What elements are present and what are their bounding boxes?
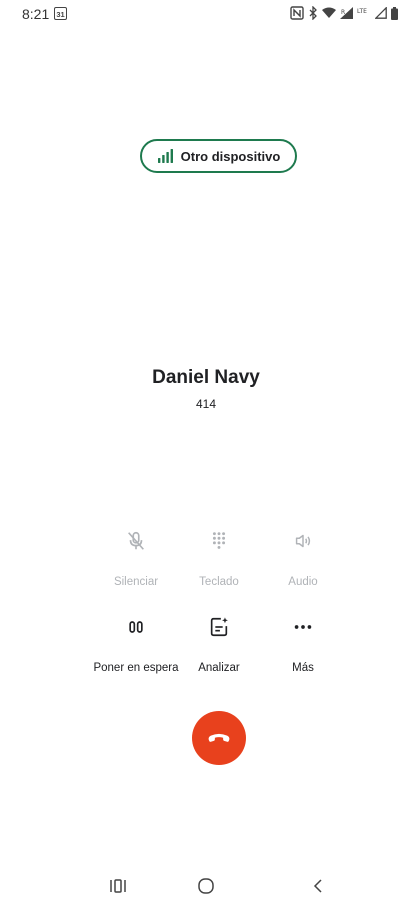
more-button[interactable]: Más: [258, 613, 348, 675]
back-icon: [313, 879, 322, 893]
recents-icon: [110, 879, 126, 893]
mute-button[interactable]: Silenciar: [91, 527, 181, 589]
audio-button[interactable]: Audio: [258, 527, 348, 589]
speaker-icon: [295, 534, 311, 548]
end-call-button[interactable]: [192, 711, 246, 765]
analyze-icon: [210, 617, 228, 637]
bluetooth-icon: [309, 6, 317, 20]
hold-button[interactable]: Poner en espera: [91, 613, 181, 675]
more-icon: [294, 625, 312, 629]
calendar-icon: 31: [54, 7, 67, 20]
other-device-label: Otro dispositivo: [180, 148, 281, 164]
analyze-button[interactable]: Analizar: [174, 613, 264, 675]
mute-label: Silenciar: [113, 576, 159, 588]
signal-icon: [375, 7, 387, 19]
lte-icon: LTE: [357, 8, 367, 15]
contact-name: Daniel Navy: [152, 367, 260, 388]
other-device-button[interactable]: Otro dispositivo: [140, 139, 297, 173]
hold-label: Poner en espera: [93, 662, 179, 674]
signal-bars-icon: [157, 149, 173, 163]
dialpad-icon: [212, 532, 226, 549]
status-bar: 8:21 31 R LTE: [0, 0, 412, 30]
keypad-label: Teclado: [199, 576, 239, 588]
signal-roaming-icon: R: [340, 7, 353, 19]
analyze-label: Analizar: [198, 662, 240, 674]
lte-label: LTE: [357, 8, 367, 15]
contact-number: 414: [195, 397, 217, 411]
svg-text:R: R: [341, 9, 345, 16]
home-button[interactable]: [186, 873, 226, 899]
battery-icon: [391, 6, 398, 20]
mic-off-icon: [128, 531, 144, 550]
audio-label: Audio: [288, 576, 318, 588]
navigation-bar: [0, 869, 412, 903]
status-icons: R LTE: [290, 6, 398, 20]
more-label: Más: [292, 662, 314, 674]
keypad-button[interactable]: Teclado: [174, 527, 264, 589]
end-call-icon: [208, 733, 230, 742]
home-icon: [198, 878, 214, 894]
wifi-icon: [322, 7, 336, 18]
nfc-icon: [290, 6, 304, 20]
back-button[interactable]: [298, 873, 338, 899]
recents-button[interactable]: [98, 873, 138, 899]
status-time: 8:21: [22, 6, 50, 22]
pause-icon: [129, 621, 143, 633]
